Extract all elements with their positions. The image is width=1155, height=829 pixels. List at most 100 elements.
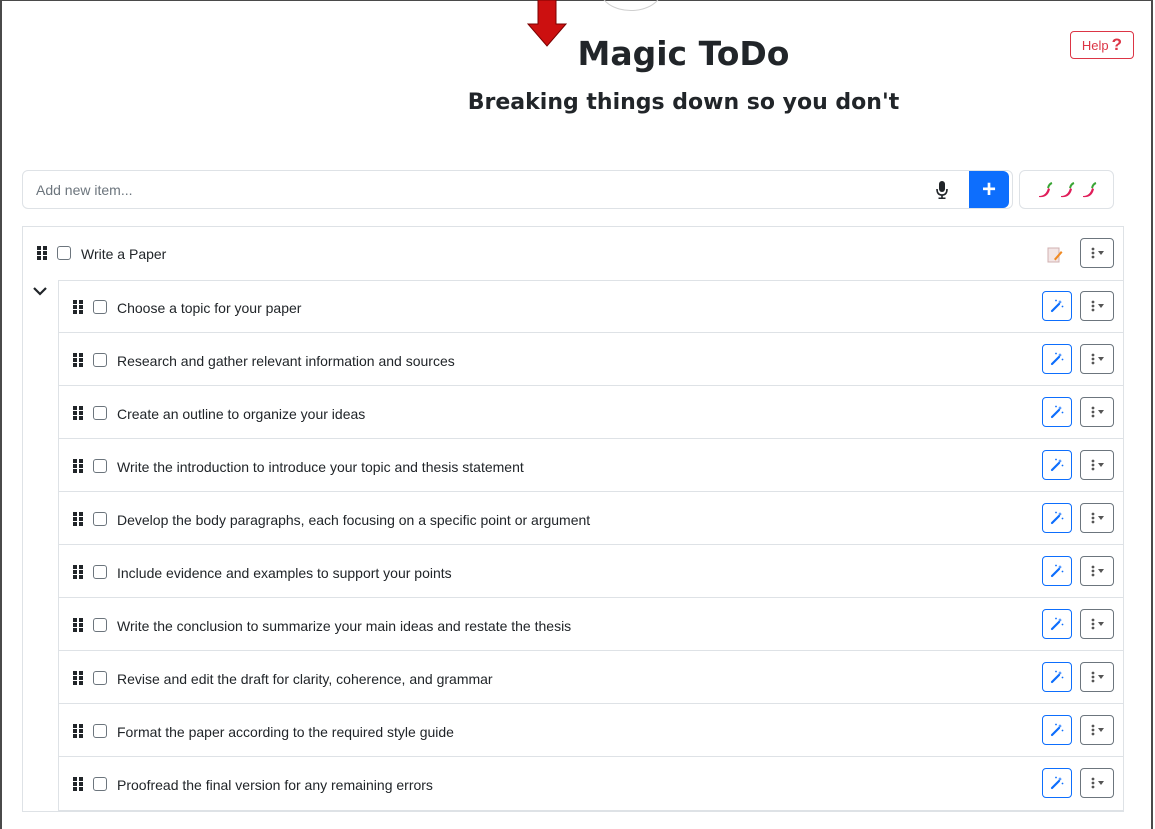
new-item-input[interactable]: Add new item...	[22, 170, 1013, 209]
todo-checkbox[interactable]	[93, 777, 107, 791]
chevron-down-icon	[1097, 728, 1104, 732]
item-menu-button[interactable]	[1080, 291, 1114, 321]
todo-item-label: Write a Paper	[81, 246, 167, 262]
chevron-down-icon	[1097, 304, 1104, 308]
microphone-icon[interactable]	[936, 181, 948, 199]
item-menu-button[interactable]	[1080, 397, 1114, 427]
chevron-down-icon	[1097, 781, 1104, 785]
todo-item-subtask: Choose a topic for your paper	[58, 280, 1124, 333]
todo-checkbox[interactable]	[57, 246, 71, 260]
add-item-button[interactable]: +	[969, 171, 1009, 208]
todo-checkbox[interactable]	[93, 724, 107, 738]
magic-breakdown-button[interactable]	[1042, 397, 1072, 427]
item-menu-button[interactable]	[1080, 344, 1114, 374]
todo-checkbox[interactable]	[93, 459, 107, 473]
todo-checkbox[interactable]	[93, 671, 107, 685]
todo-item-subtask: Include evidence and examples to support…	[58, 545, 1124, 598]
magic-breakdown-button[interactable]	[1042, 609, 1072, 639]
magic-breakdown-button[interactable]	[1042, 344, 1072, 374]
todo-item-subtask: Write the conclusion to summarize your m…	[58, 598, 1124, 651]
chevron-down-icon	[1097, 675, 1104, 679]
drag-handle-icon[interactable]	[73, 724, 83, 738]
item-menu-button[interactable]	[1080, 503, 1114, 533]
item-menu-button[interactable]	[1080, 450, 1114, 480]
todo-item-subtask: Proofread the final version for any rema…	[58, 757, 1124, 810]
chevron-down-icon	[1097, 622, 1104, 626]
todo-item-label: Write the introduction to introduce your…	[117, 459, 524, 475]
kebab-icon	[1091, 512, 1094, 524]
todo-checkbox[interactable]	[93, 512, 107, 526]
todo-item-label: Include evidence and examples to support…	[117, 565, 452, 581]
todo-item-parent: Write a Paper	[22, 226, 1124, 280]
todo-checkbox[interactable]	[93, 300, 107, 314]
magic-wand-icon	[1050, 617, 1064, 631]
spiciness-button[interactable]	[1019, 170, 1114, 209]
magic-wand-icon	[1050, 352, 1064, 366]
item-menu-button[interactable]	[1080, 238, 1114, 268]
chevron-down-icon	[1097, 251, 1104, 255]
drag-handle-icon[interactable]	[73, 777, 83, 791]
todo-item-label: Proofread the final version for any rema…	[117, 777, 433, 793]
drag-handle-icon[interactable]	[73, 406, 83, 420]
todo-item-label: Write the conclusion to summarize your m…	[117, 618, 572, 634]
magic-wand-icon	[1050, 458, 1064, 472]
magic-wand-icon	[1050, 670, 1064, 684]
todo-checkbox[interactable]	[93, 353, 107, 367]
kebab-icon	[1091, 777, 1094, 789]
todo-item-label: Develop the body paragraphs, each focusi…	[117, 512, 591, 528]
todo-item-label: Revise and edit the draft for clarity, c…	[117, 671, 493, 687]
todo-item-subtask: Revise and edit the draft for clarity, c…	[58, 651, 1124, 704]
drag-handle-icon[interactable]	[73, 618, 83, 632]
magic-breakdown-button[interactable]	[1042, 450, 1072, 480]
magic-wand-icon	[1050, 511, 1064, 525]
drag-handle-icon[interactable]	[73, 671, 83, 685]
magic-breakdown-button[interactable]	[1042, 768, 1072, 798]
help-label: Help	[1081, 37, 1109, 53]
question-mark-icon: ?	[1111, 35, 1123, 54]
magic-wand-icon	[1050, 723, 1064, 737]
page-title: Magic ToDo	[577, 34, 790, 73]
kebab-icon	[1091, 724, 1094, 736]
chevron-down-icon	[1097, 516, 1104, 520]
drag-handle-icon[interactable]	[73, 565, 83, 579]
todo-item-label: Create an outline to organize your ideas	[117, 406, 366, 422]
magic-wand-icon	[1050, 299, 1064, 313]
page-subtitle: Breaking things down so you don't	[467, 90, 900, 115]
magic-wand-icon	[1050, 564, 1064, 578]
todo-item-subtask: Research and gather relevant information…	[58, 333, 1124, 386]
magic-breakdown-button[interactable]	[1042, 715, 1072, 745]
help-button[interactable]: Help ?	[1070, 31, 1134, 59]
magic-breakdown-button[interactable]	[1042, 291, 1072, 321]
drag-handle-icon[interactable]	[73, 459, 83, 473]
drag-handle-icon[interactable]	[73, 353, 83, 367]
document-edit-icon[interactable]	[1047, 247, 1063, 263]
todo-checkbox[interactable]	[93, 618, 107, 632]
kebab-icon	[1091, 565, 1094, 577]
todo-item-label: Choose a topic for your paper	[117, 300, 302, 316]
todo-checkbox[interactable]	[93, 565, 107, 579]
item-menu-button[interactable]	[1080, 768, 1114, 798]
todo-item-subtask: Create an outline to organize your ideas	[58, 386, 1124, 439]
magic-breakdown-button[interactable]	[1042, 662, 1072, 692]
kebab-icon	[1091, 671, 1094, 683]
plus-icon: +	[981, 175, 996, 203]
todo-item-label: Format the paper according to the requir…	[117, 724, 454, 740]
kebab-icon	[1091, 247, 1094, 259]
item-menu-button[interactable]	[1080, 662, 1114, 692]
magic-breakdown-button[interactable]	[1042, 503, 1072, 533]
chili-pepper-icon	[1038, 181, 1052, 197]
drag-handle-icon[interactable]	[73, 300, 83, 314]
todo-item-subtask: Write the introduction to introduce your…	[58, 439, 1124, 492]
todo-checkbox[interactable]	[93, 406, 107, 420]
drag-handle-icon[interactable]	[37, 246, 47, 260]
chili-pepper-icon	[1082, 181, 1096, 197]
item-menu-button[interactable]	[1080, 556, 1114, 586]
magic-breakdown-button[interactable]	[1042, 556, 1072, 586]
chevron-down-icon	[1097, 410, 1104, 414]
item-menu-button[interactable]	[1080, 715, 1114, 745]
chevron-down-icon[interactable]	[33, 287, 47, 297]
kebab-icon	[1091, 300, 1094, 312]
drag-handle-icon[interactable]	[73, 512, 83, 526]
magic-wand-icon	[1050, 776, 1064, 790]
item-menu-button[interactable]	[1080, 609, 1114, 639]
